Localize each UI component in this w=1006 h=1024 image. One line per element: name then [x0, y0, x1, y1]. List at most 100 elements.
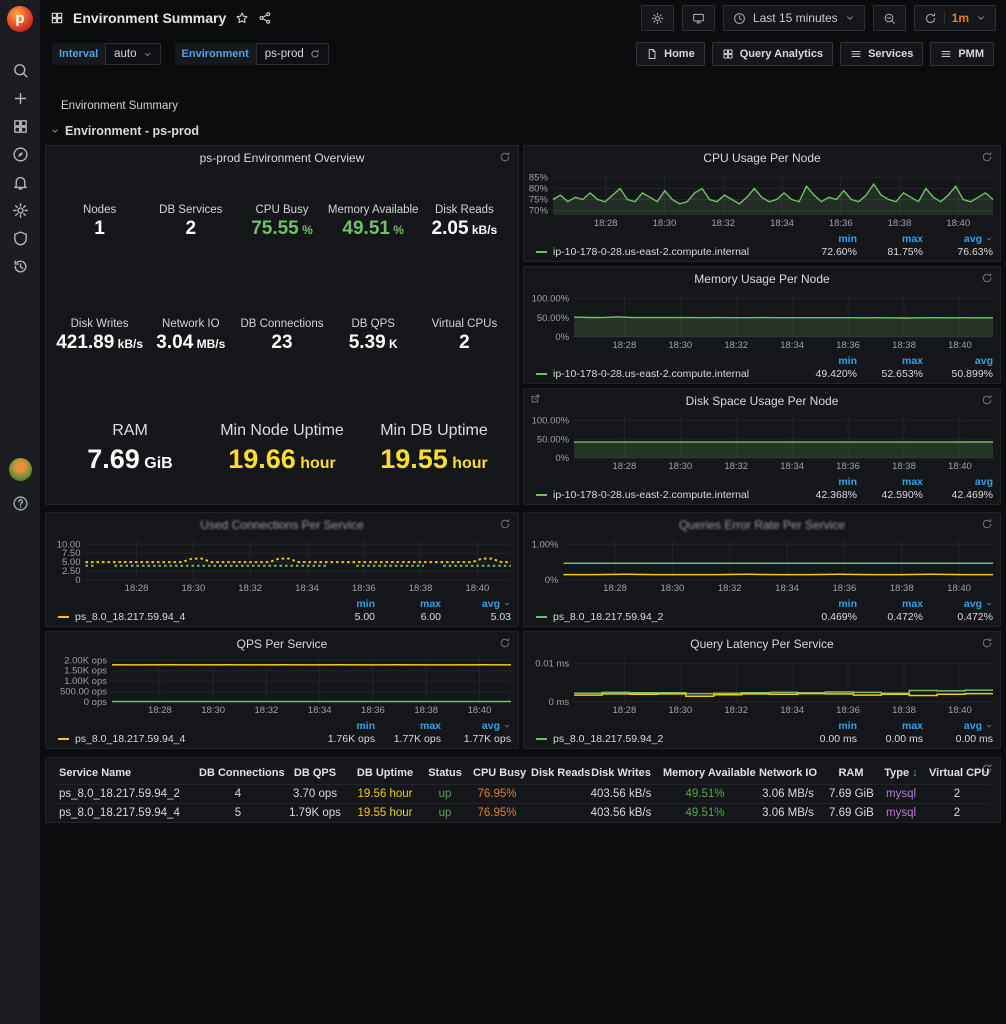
legend-sort-avg[interactable]: avg: [923, 355, 993, 367]
panel-title[interactable]: Queries Error Rate Per Service: [679, 518, 845, 532]
percona-logo[interactable]: p: [7, 6, 33, 32]
panel-refresh-icon[interactable]: [499, 151, 511, 163]
table-header-status[interactable]: Status: [422, 764, 468, 784]
explore-icon[interactable]: [12, 146, 29, 163]
panel-refresh-icon[interactable]: [499, 518, 511, 530]
legend-series-name[interactable]: ps_8.0_18.217.59.94_4: [58, 611, 309, 623]
legend-sort-max[interactable]: max: [857, 233, 923, 245]
add-icon[interactable]: [12, 90, 29, 107]
interval-variable-value[interactable]: auto: [105, 43, 160, 65]
legend-sort-avg[interactable]: avg: [923, 476, 993, 488]
legend-series-name[interactable]: ip-10-178-0-28.us-east-2.compute.interna…: [536, 246, 791, 258]
legend-series-name[interactable]: ps_8.0_18.217.59.94_2: [536, 733, 791, 745]
table-header-memory-available[interactable]: Memory Available: [658, 764, 752, 784]
submenu-link-query-analytics[interactable]: Query Analytics: [712, 42, 833, 66]
panel-refresh-icon[interactable]: [981, 518, 993, 530]
table-header-virtual-cpu[interactable]: Virtual CPU: [924, 764, 990, 784]
interval-variable-label[interactable]: Interval: [52, 43, 105, 65]
zoom-out-button[interactable]: [873, 5, 906, 31]
qps-chart[interactable]: 0 ops500.00 ops1.00K ops1.50K ops2.00K o…: [50, 655, 513, 715]
legend-sort-min[interactable]: min: [309, 720, 375, 732]
table-cell-status: up: [422, 784, 468, 803]
legend-series-name[interactable]: ps_8.0_18.217.59.94_4: [58, 733, 309, 745]
legend-sort-min[interactable]: min: [309, 598, 375, 610]
legend-sort-avg[interactable]: avg: [923, 233, 993, 245]
svg-text:10.00: 10.00: [57, 539, 81, 550]
panel-title[interactable]: QPS Per Service: [237, 637, 328, 651]
panel-refresh-icon[interactable]: [499, 637, 511, 649]
queries-error-rate-chart[interactable]: 0%1.00%18:2818:3018:3218:3418:3618:3818:…: [528, 536, 995, 593]
panel-title[interactable]: Used Connections Per Service: [200, 518, 363, 532]
settings-icon[interactable]: [12, 202, 29, 219]
legend-sort-max[interactable]: max: [375, 720, 441, 732]
table-header-service-name[interactable]: Service Name: [54, 764, 194, 784]
legend-sort-avg[interactable]: avg: [441, 598, 511, 610]
table-header-db-connections[interactable]: DB Connections: [194, 764, 282, 784]
table-header-cpu-busy[interactable]: CPU Busy: [468, 764, 526, 784]
legend-series-name[interactable]: ip-10-178-0-28.us-east-2.compute.interna…: [536, 489, 791, 501]
cpu-usage-chart[interactable]: 70%75%80%85%18:2818:3018:3218:3418:3618:…: [528, 169, 995, 228]
help-icon[interactable]: [12, 495, 29, 512]
disk-space-chart[interactable]: 0%50.00%100.00%18:2818:3018:3218:3418:36…: [528, 412, 995, 471]
used-connections-chart[interactable]: 02.505.007.5010.0018:2818:3018:3218:3418…: [50, 536, 513, 593]
time-range-picker[interactable]: Last 15 minutes: [723, 5, 865, 31]
table-cell-type: mysql: [878, 803, 924, 822]
panel-title[interactable]: Disk Space Usage Per Node: [686, 394, 839, 408]
legend-sort-avg[interactable]: avg: [923, 598, 993, 610]
overview-stats-row-3: RAM7.69 GiBMin Node Uptime19.66 hourMin …: [54, 422, 510, 475]
panel-title[interactable]: Query Latency Per Service: [690, 637, 833, 651]
table-header-disk-writes[interactable]: Disk Writes: [584, 764, 658, 784]
legend-sort-min[interactable]: min: [791, 720, 857, 732]
panel-cpu-usage-per-node: CPU Usage Per Node 70%75%80%85%18:2818:3…: [523, 145, 1001, 262]
environment-variable-value[interactable]: ps-prod: [256, 43, 329, 65]
legend-sort-max[interactable]: max: [857, 355, 923, 367]
table-header-type[interactable]: Type ↓: [878, 764, 924, 784]
panel-refresh-icon[interactable]: [981, 637, 993, 649]
history-icon[interactable]: [12, 258, 29, 275]
submenu-link-services[interactable]: Services: [840, 42, 923, 66]
legend-sort-avg[interactable]: avg: [923, 720, 993, 732]
alerting-icon[interactable]: [12, 174, 29, 191]
legend-sort-min[interactable]: min: [791, 598, 857, 610]
legend-sort-min[interactable]: min: [791, 355, 857, 367]
star-icon[interactable]: [235, 11, 249, 25]
table-header-db-qps[interactable]: DB QPS: [282, 764, 348, 784]
legend-series-name[interactable]: ps_8.0_18.217.59.94_2: [536, 611, 791, 623]
share-icon[interactable]: [258, 11, 272, 25]
panel-refresh-icon[interactable]: [981, 272, 993, 284]
legend-sort-max[interactable]: max: [857, 720, 923, 732]
panel-refresh-icon[interactable]: [981, 151, 993, 163]
user-avatar[interactable]: [9, 458, 32, 481]
table-header-ram[interactable]: RAM: [824, 764, 878, 784]
legend-series-name[interactable]: ip-10-178-0-28.us-east-2.compute.interna…: [536, 368, 791, 380]
submenu-link-pmm[interactable]: PMM: [930, 42, 994, 66]
dashboards-icon[interactable]: [12, 118, 29, 135]
legend-stat-value: 81.75%: [857, 246, 923, 258]
refresh-button[interactable]: 1m: [914, 5, 996, 31]
legend-sort-min[interactable]: min: [791, 233, 857, 245]
legend-sort-min[interactable]: min: [791, 476, 857, 488]
table-header-db-uptime[interactable]: DB Uptime: [348, 764, 422, 784]
table-cell-disk-reads: [526, 784, 584, 803]
panel-title[interactable]: ps-prod Environment Overview: [200, 151, 365, 165]
search-icon[interactable]: [12, 62, 29, 79]
submenu-link-home[interactable]: Home: [636, 42, 705, 66]
security-icon[interactable]: [12, 230, 29, 247]
table-header-disk-reads[interactable]: Disk Reads: [526, 764, 584, 784]
legend-sort-max[interactable]: max: [857, 476, 923, 488]
svg-text:0%: 0%: [555, 332, 569, 343]
panel-title[interactable]: Memory Usage Per Node: [694, 272, 829, 286]
query-latency-chart[interactable]: 0 ms0.01 ms18:2818:3018:3218:3418:3618:3…: [528, 655, 995, 715]
memory-usage-chart[interactable]: 0%50.00%100.00%18:2818:3018:3218:3418:36…: [528, 290, 995, 350]
row-header-environment[interactable]: Environment - ps-prod: [50, 124, 199, 138]
tv-mode-button[interactable]: [682, 5, 715, 31]
environment-variable-label[interactable]: Environment: [175, 43, 256, 65]
legend-sort-avg[interactable]: avg: [441, 720, 511, 732]
external-link-icon[interactable]: [530, 393, 541, 404]
table-header-network-io[interactable]: Network IO: [752, 764, 824, 784]
panel-title[interactable]: CPU Usage Per Node: [703, 151, 820, 165]
legend-sort-max[interactable]: max: [857, 598, 923, 610]
panel-refresh-icon[interactable]: [981, 394, 993, 406]
legend-sort-max[interactable]: max: [375, 598, 441, 610]
dashboard-settings-button[interactable]: [641, 5, 674, 31]
